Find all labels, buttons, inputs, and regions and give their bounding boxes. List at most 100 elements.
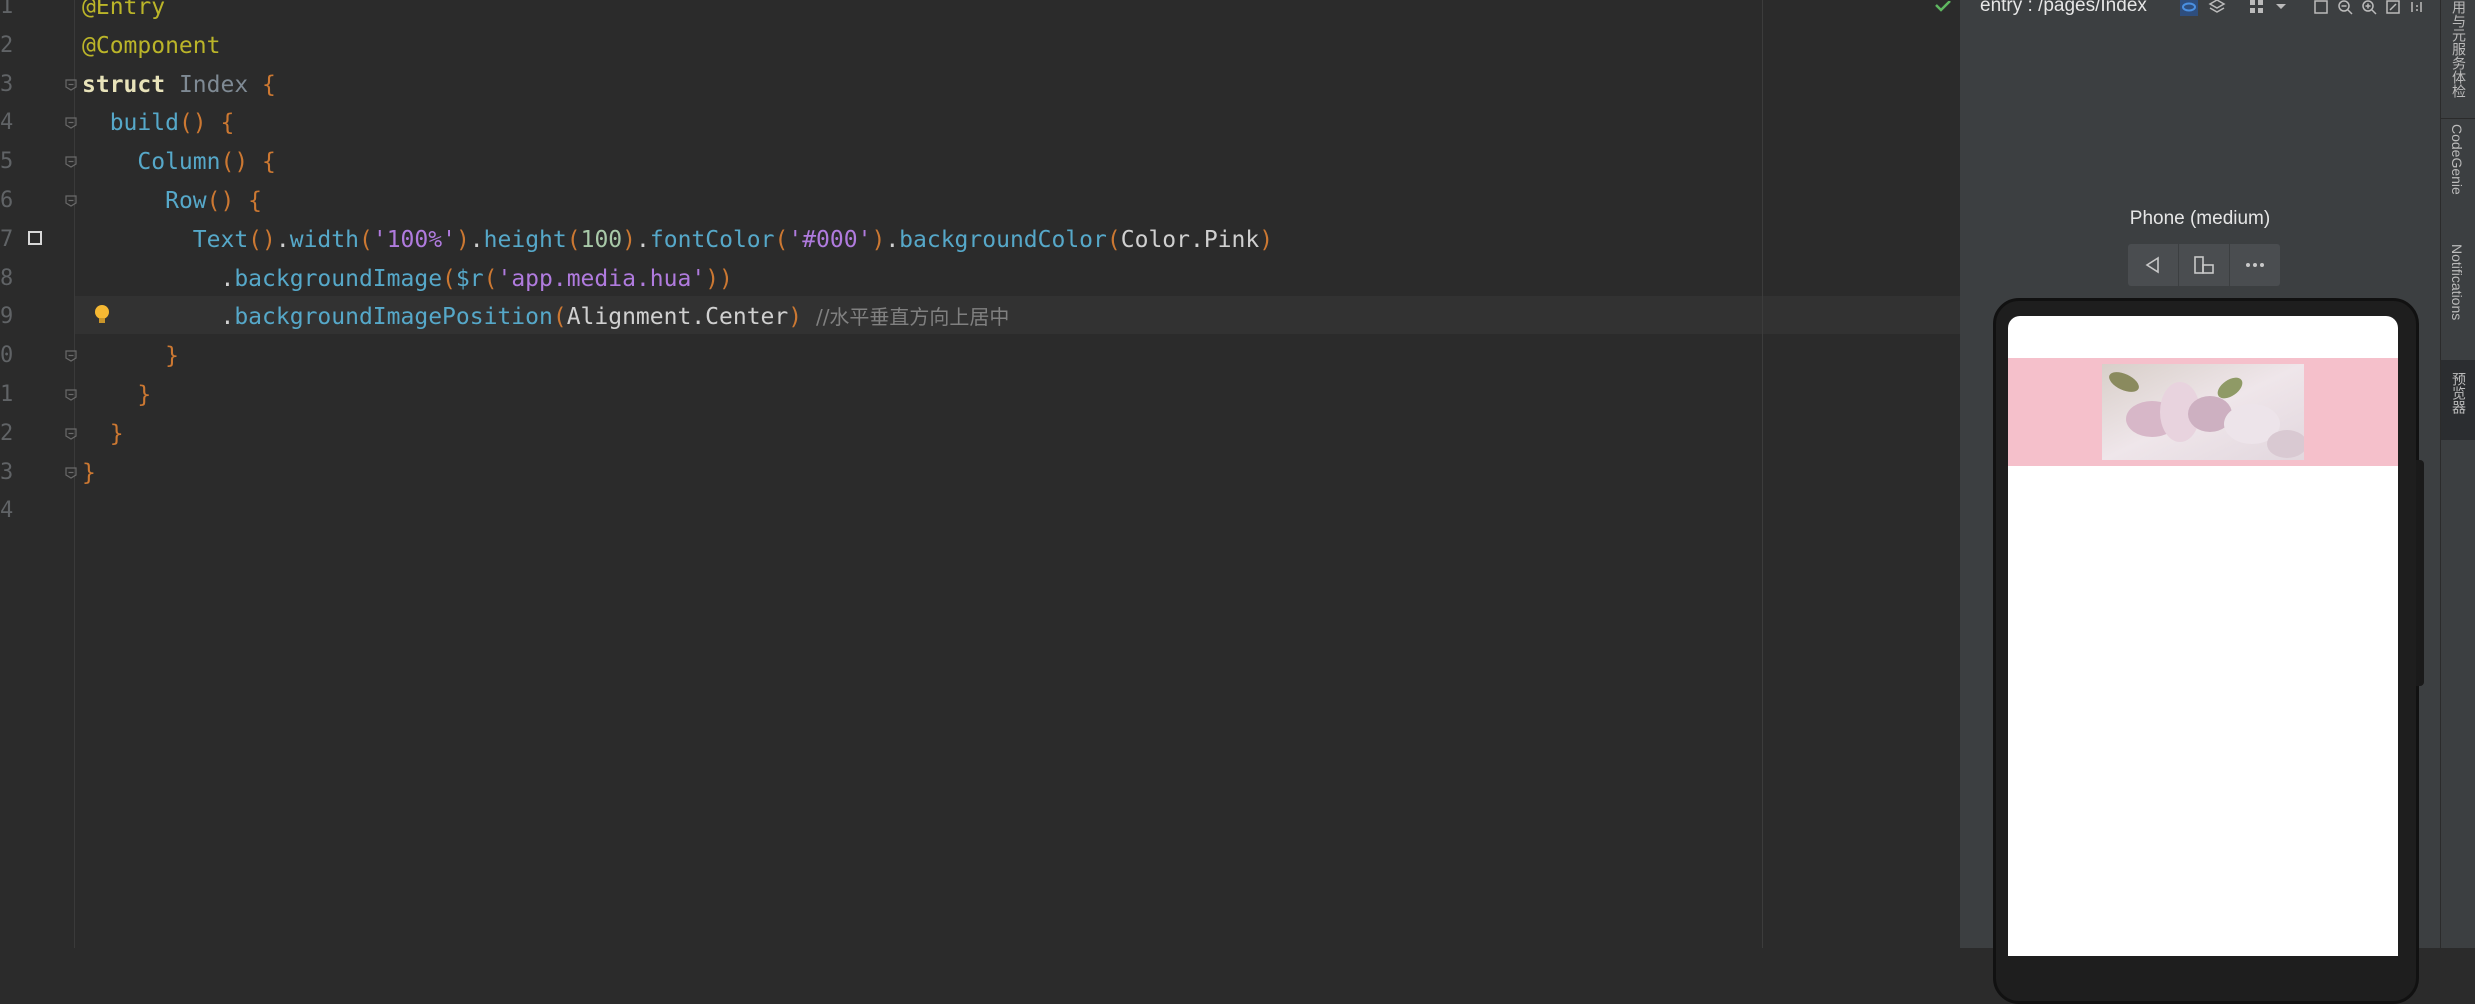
line-number: 7	[0, 226, 14, 252]
zoom-out-icon[interactable]	[2336, 0, 2354, 16]
code-token: .	[82, 304, 235, 331]
fold-icon[interactable]	[64, 155, 78, 169]
fold-icon[interactable]	[64, 349, 78, 363]
layers-icon[interactable]	[2208, 0, 2226, 16]
line-number: 6	[0, 188, 14, 213]
code-token: //水平垂直方向上居中	[815, 305, 1010, 330]
code-line[interactable]: Column() {	[82, 143, 276, 181]
actual-size-icon[interactable]	[2408, 0, 2426, 16]
tool-window-codegenie[interactable]: CodeGenie	[2449, 124, 2465, 195]
rotate-icon	[2194, 256, 2214, 274]
code-token: (	[358, 226, 373, 253]
code-token: Color.Pink	[1120, 226, 1260, 253]
code-line[interactable]: @Component	[82, 27, 220, 65]
back-button[interactable]	[2128, 244, 2179, 286]
code-token: height	[483, 226, 567, 253]
code-token: (	[552, 304, 567, 331]
fold-icon[interactable]	[64, 466, 78, 480]
line-number: 0	[0, 343, 14, 369]
code-token: struct	[82, 71, 179, 98]
more-icon	[2246, 263, 2264, 267]
code-line[interactable]: struct Index {	[82, 66, 276, 104]
fold-icon[interactable]	[64, 194, 78, 208]
code-token: {	[262, 71, 276, 98]
line-number: 4	[0, 110, 14, 136]
code-token: )	[622, 226, 637, 253]
tool-window-notifications[interactable]: Notifications	[2449, 244, 2465, 320]
code-line[interactable]: }	[82, 337, 179, 375]
device-screen[interactable]	[2008, 316, 2398, 956]
page-path: entry : /pages/Index	[1980, 0, 2147, 16]
code-token: Alignment.Center	[566, 304, 789, 331]
code-line[interactable]: @Entry	[82, 0, 165, 26]
line-number: 3	[0, 71, 14, 97]
line-number: 1	[0, 0, 14, 19]
more-button[interactable]	[2230, 244, 2280, 286]
phone-side-button	[2416, 460, 2424, 686]
fold-icon[interactable]	[64, 427, 78, 441]
line-number: 8	[0, 265, 14, 291]
code-token: )	[788, 304, 816, 331]
code-line[interactable]: Text().width('100%').height(100).fontCol…	[82, 221, 1273, 259]
rotate-button[interactable]	[2179, 244, 2230, 286]
code-line[interactable]: }	[82, 454, 96, 492]
code-token: (	[442, 265, 456, 292]
tool-window-previewer[interactable]: 预览器	[2449, 372, 2469, 414]
code-line[interactable]: }	[82, 376, 151, 414]
line-number: 3	[0, 459, 14, 485]
code-token: () {	[220, 149, 276, 176]
code-token: build	[109, 110, 179, 137]
code-editor[interactable]: 1 2 3 4 5 6 7 8 9 0 1 2 3 4 @Entry @Component struct In…	[0, 0, 1960, 948]
right-tool-strip: 用与元服务体检 CodeGenie Notifications 预览器	[2440, 0, 2475, 948]
back-icon	[2145, 256, 2159, 274]
code-line[interactable]: .backgroundImage($r('app.media.hua'))	[82, 260, 733, 298]
code-token: .	[469, 226, 484, 253]
code-token: }	[137, 382, 152, 408]
fold-icon[interactable]	[64, 116, 78, 130]
code-token: @Component	[82, 32, 221, 59]
code-token: Index	[178, 71, 263, 98]
code-token: width	[289, 226, 359, 253]
code-token: backgroundColor	[899, 226, 1107, 253]
code-token: .	[636, 226, 650, 253]
line-number: 1	[0, 382, 14, 407]
code-token: () {	[206, 188, 263, 214]
previewer-toolbar: entry : /pages/Index	[1960, 0, 2440, 22]
code-token: 'app.media.hua'	[497, 265, 706, 292]
code-token: }	[165, 343, 179, 370]
code-token: (	[566, 226, 581, 253]
line-number: 2	[0, 420, 14, 446]
code-token: ))	[705, 265, 733, 292]
fold-icon[interactable]	[64, 388, 78, 402]
check-icon	[1934, 0, 1952, 14]
chevron-down-icon[interactable]	[2272, 0, 2290, 16]
zoom-in-icon[interactable]	[2360, 0, 2378, 16]
tool-window-app-check[interactable]: 用与元服务体检	[2449, 0, 2469, 98]
code-token: .	[885, 226, 900, 253]
grid-icon[interactable]	[2248, 0, 2266, 16]
code-token: '#000'	[788, 226, 872, 253]
line-number: 2	[0, 32, 14, 58]
frame-icon[interactable]	[2312, 0, 2330, 16]
code-line[interactable]: Row() {	[82, 182, 262, 220]
code-line[interactable]: .backgroundImagePosition(Alignment.Cente…	[82, 298, 1009, 336]
code-line[interactable]: }	[82, 415, 124, 453]
code-token: backgroundImage	[234, 265, 443, 292]
line-number: 4	[0, 498, 14, 524]
code-token: Column	[137, 149, 221, 176]
code-line[interactable]: build() {	[82, 104, 235, 142]
breakpoint-marker[interactable]	[28, 231, 42, 245]
code-token: fontColor	[649, 226, 775, 253]
code-token: '100%'	[372, 226, 456, 253]
code-token: @Entry	[82, 0, 166, 20]
fit-icon[interactable]	[2384, 0, 2402, 16]
eye-icon[interactable]	[2180, 0, 2198, 16]
fold-icon[interactable]	[64, 78, 78, 92]
